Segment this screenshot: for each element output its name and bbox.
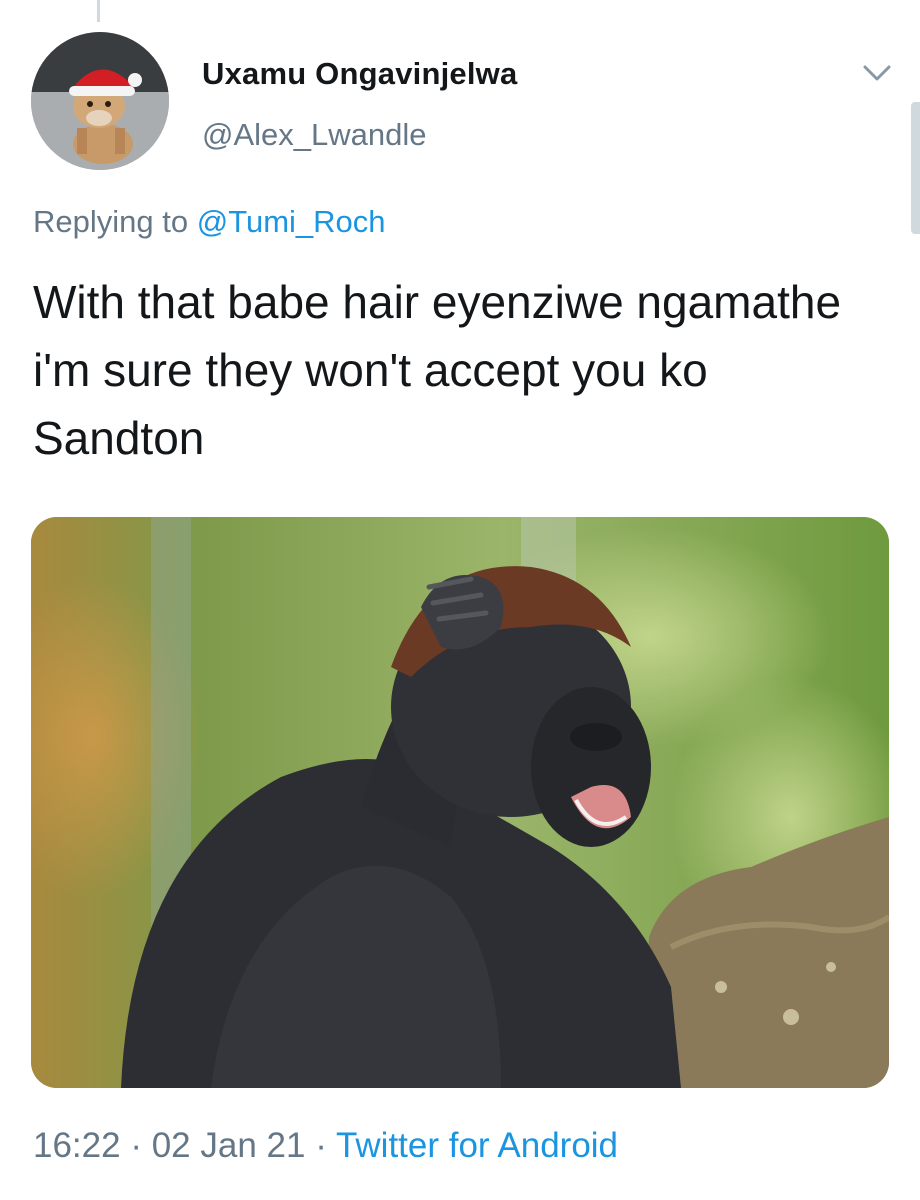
thread-connector-line — [97, 0, 100, 22]
puppy-santa-hat-avatar-image — [31, 32, 169, 170]
meta-separator-2: · — [315, 1126, 327, 1165]
meta-separator: · — [130, 1126, 142, 1165]
tweet-time[interactable]: 16:22 — [33, 1126, 121, 1165]
reply-mention-link[interactable]: @Tumi_Roch — [197, 204, 386, 239]
scrollbar[interactable] — [911, 102, 920, 234]
author-handle[interactable]: @Alex_Lwandle — [202, 117, 427, 153]
chevron-down-icon[interactable] — [860, 56, 894, 90]
replying-to-label: Replying to — [33, 204, 189, 239]
replying-to-line: Replying to @Tumi_Roch — [33, 204, 386, 240]
tweet-media-photo[interactable] — [31, 517, 889, 1088]
author-avatar[interactable] — [31, 32, 169, 170]
tweet-meta-line: 16:22 · 02 Jan 21 · Twitter for Android — [33, 1126, 618, 1166]
author-display-name[interactable]: Uxamu Ongavinjelwa — [202, 56, 517, 92]
tweet-text: With that babe hair eyenziwe ngamathe i'… — [33, 276, 842, 464]
gorilla-scratching-head-photo — [31, 517, 889, 1088]
tweet-date[interactable]: 02 Jan 21 — [152, 1126, 306, 1165]
tweet-source-link[interactable]: Twitter for Android — [336, 1126, 618, 1165]
